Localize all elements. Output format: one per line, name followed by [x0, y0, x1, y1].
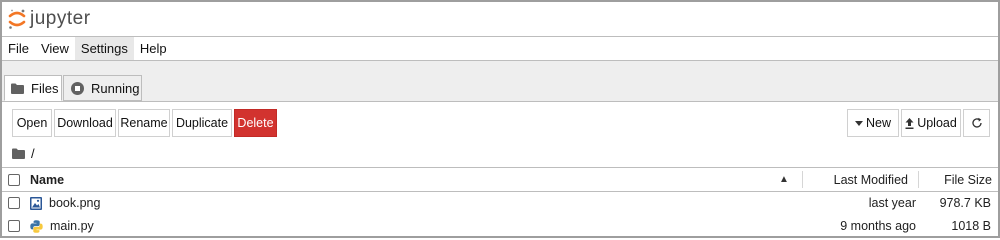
new-button[interactable]: New	[847, 109, 899, 137]
upload-button[interactable]: Upload	[901, 109, 961, 137]
image-file-icon	[30, 196, 42, 210]
file-name: main.py	[50, 219, 94, 233]
row-checkbox[interactable]	[8, 215, 20, 236]
tab-files[interactable]: Files	[4, 75, 62, 101]
refresh-button[interactable]	[963, 109, 990, 137]
jupyter-logo-icon	[8, 8, 26, 30]
column-last-modified-header[interactable]: Last Modified	[834, 168, 908, 191]
file-name: book.png	[49, 196, 101, 210]
rename-button[interactable]: Rename	[118, 109, 170, 137]
column-file-size-header[interactable]: File Size	[944, 168, 992, 191]
table-row[interactable]: book.png last year 978.7 KB	[2, 192, 998, 214]
refresh-icon	[971, 117, 983, 129]
duplicate-button[interactable]: Duplicate	[172, 109, 232, 137]
caret-down-icon	[854, 120, 863, 126]
logo-text: jupyter	[30, 8, 91, 29]
breadcrumb-path[interactable]: /	[31, 146, 35, 161]
open-button[interactable]: Open	[12, 109, 52, 137]
upload-icon	[905, 117, 914, 129]
file-toolbar: Open Download Rename Duplicate Delete Ne…	[2, 102, 998, 142]
jupyter-logo[interactable]: jupyter	[8, 6, 91, 32]
table-row[interactable]: main.py 9 months ago 1018 B	[2, 215, 998, 236]
file-name-cell[interactable]: book.png	[30, 192, 100, 214]
tab-running-label: Running	[91, 80, 140, 96]
tab-running[interactable]: Running	[63, 75, 142, 101]
upload-button-label: Upload	[917, 116, 957, 130]
last-modified-cell: last year	[868, 196, 916, 210]
row-checkbox[interactable]	[8, 192, 20, 214]
sort-ascending-icon: ▲	[779, 174, 789, 185]
delete-button[interactable]: Delete	[234, 109, 277, 137]
menu-bar: File View Settings Help	[2, 37, 998, 61]
menu-file[interactable]: File	[2, 37, 35, 60]
home-folder-icon[interactable]	[12, 148, 25, 159]
last-modified-cell: 9 months ago	[840, 219, 916, 233]
tab-files-label: Files	[31, 80, 59, 96]
breadcrumb: /	[12, 144, 35, 162]
file-name-cell[interactable]: main.py	[30, 215, 94, 236]
tab-strip: Files Running	[2, 61, 998, 102]
menu-help[interactable]: Help	[134, 37, 173, 60]
checkbox	[8, 197, 20, 209]
top-header: jupyter	[2, 2, 998, 37]
select-all-checkbox[interactable]	[8, 168, 20, 191]
file-size-cell: 978.7 KB	[939, 196, 991, 210]
file-listing: Name ▲ Last Modified File Size book.png …	[2, 167, 998, 236]
menu-view[interactable]: View	[35, 37, 75, 60]
new-button-label: New	[865, 116, 891, 130]
checkbox	[8, 220, 20, 232]
folder-icon	[11, 83, 24, 94]
python-file-icon	[30, 219, 43, 233]
column-name-header[interactable]: Name	[30, 168, 64, 191]
download-button[interactable]: Download	[54, 109, 116, 137]
jupyter-window: jupyter File View Settings Help Files Ru…	[0, 0, 1000, 238]
table-header: Name ▲ Last Modified File Size	[2, 168, 998, 192]
column-divider[interactable]	[918, 171, 919, 188]
column-divider[interactable]	[802, 171, 803, 188]
checkbox	[8, 173, 20, 186]
file-size-cell: 1018 B	[951, 219, 991, 233]
menu-settings[interactable]: Settings	[74, 37, 134, 60]
stop-circle-icon	[71, 81, 84, 95]
